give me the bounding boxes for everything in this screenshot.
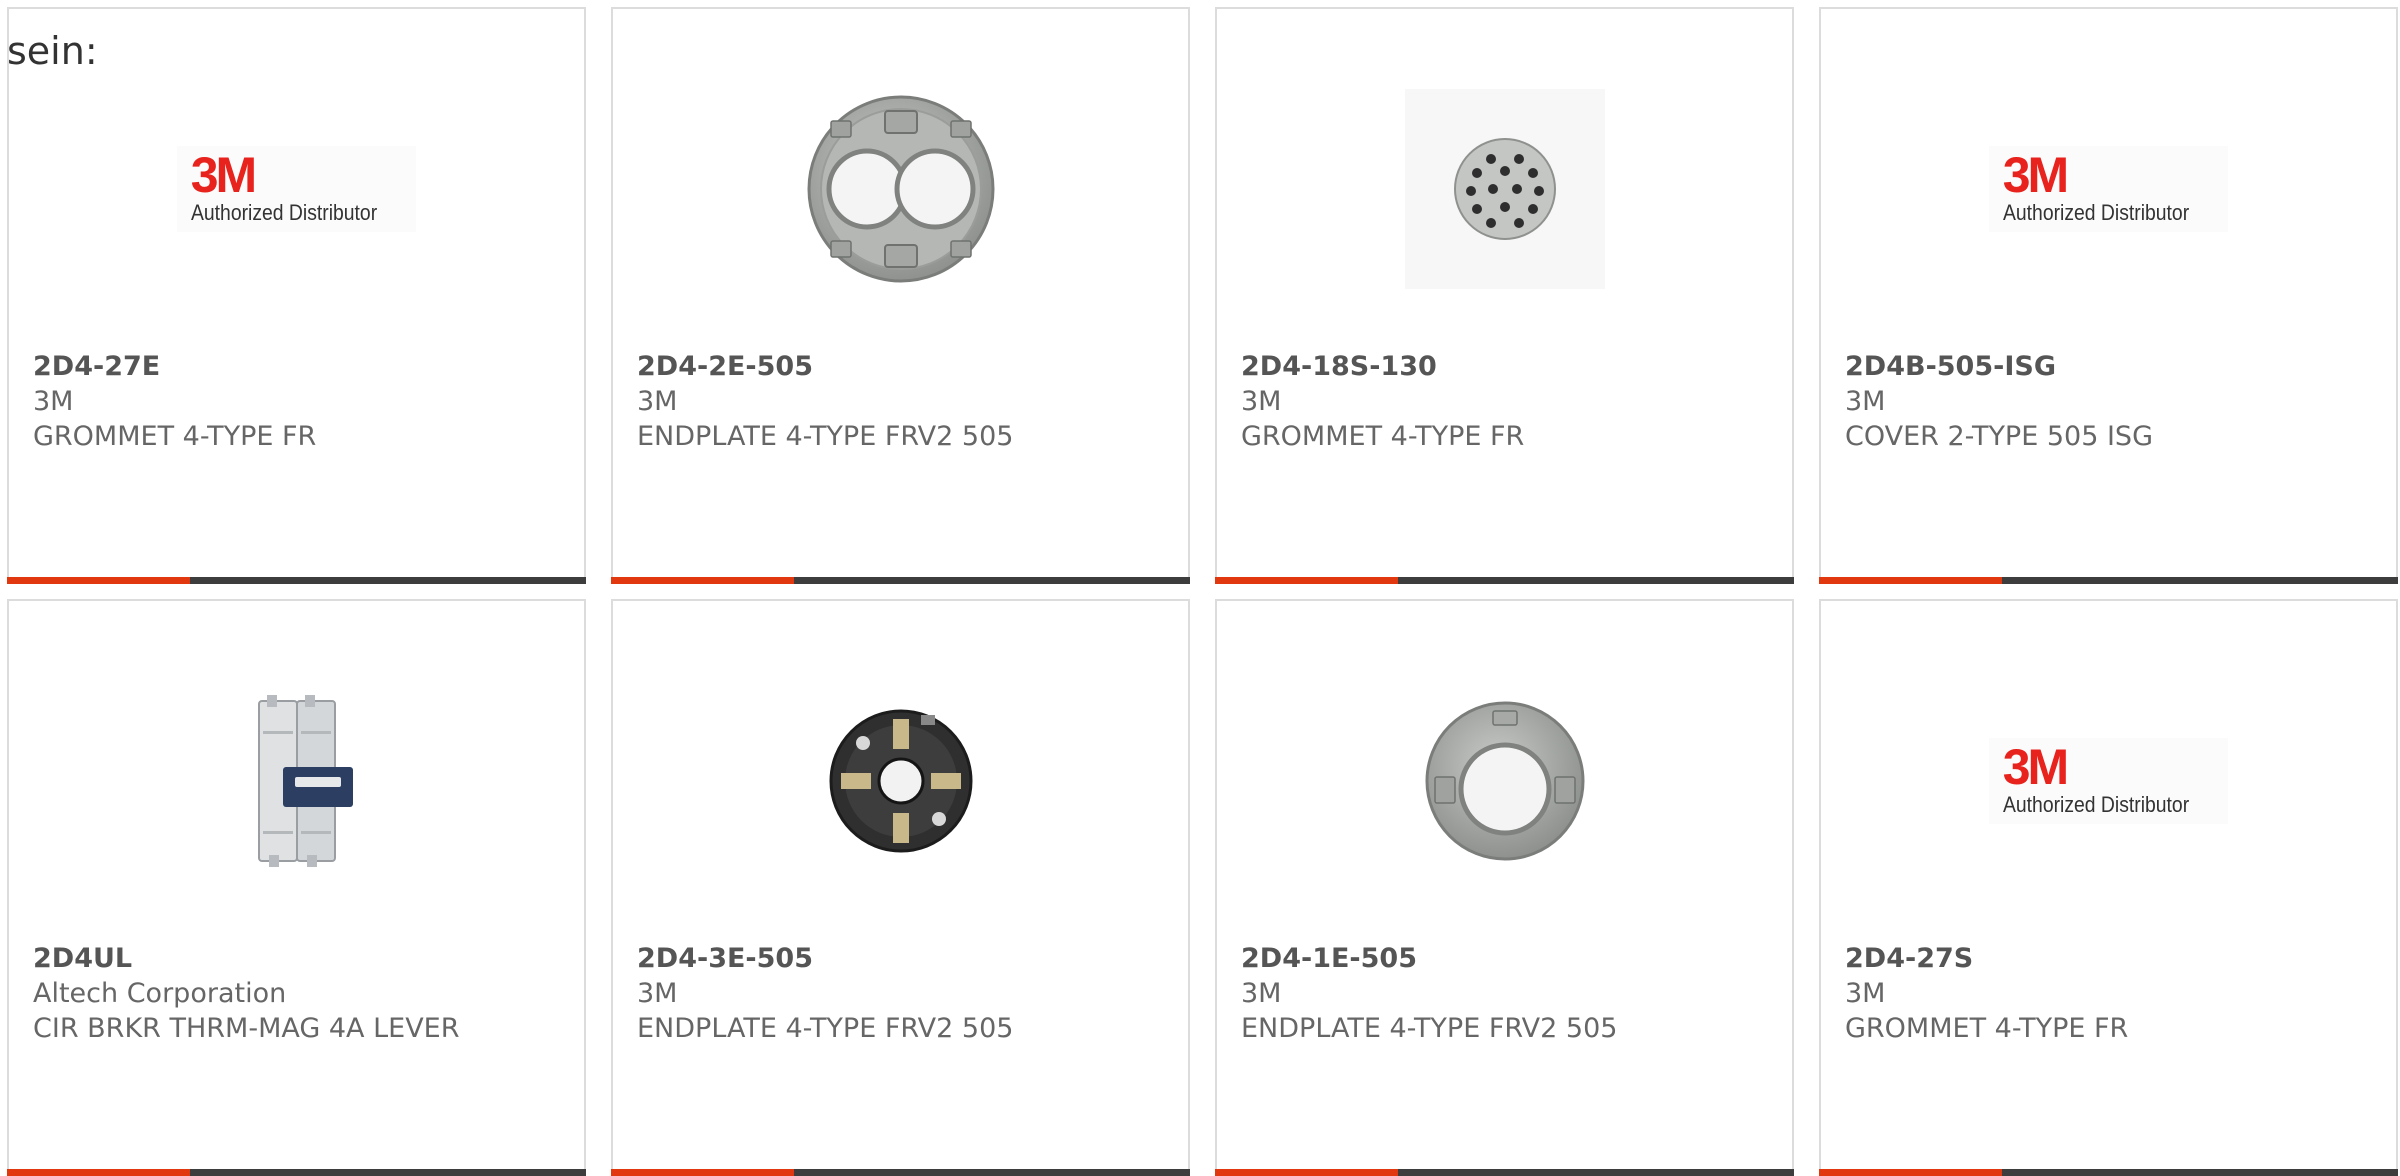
card-bottom-bar xyxy=(7,1169,586,1176)
product-image[interactable] xyxy=(1217,671,1792,891)
product-info: 2D4-2E-505 3M ENDPLATE 4-TYPE FRV2 505 xyxy=(637,349,1172,454)
description: CIR BRKR THRM-MAG 4A LEVER xyxy=(33,1013,460,1044)
part-number[interactable]: 2D4-27S xyxy=(1845,941,2380,976)
part-number[interactable]: 2D4-18S-130 xyxy=(1241,349,1776,384)
grommet-multi-hole-photo xyxy=(1404,89,1605,289)
3m-logo: 3M Authorized Distributor xyxy=(176,146,417,232)
product-image[interactable]: 3M Authorized Distributor xyxy=(1821,671,2396,891)
endplate-black-photo xyxy=(829,709,972,853)
part-number[interactable]: 2D4-27E xyxy=(33,349,568,384)
product-card[interactable]: 2D4-18S-130 3M GROMMET 4-TYPE FR xyxy=(1215,7,1794,584)
product-info: 2D4B-505-ISG 3M COVER 2-TYPE 505 ISG xyxy=(1845,349,2380,454)
product-info: 2D4-1E-505 3M ENDPLATE 4-TYPE FRV2 505 xyxy=(1241,941,1776,1046)
manufacturer: Altech Corporation xyxy=(33,978,287,1009)
bar-rest xyxy=(190,1169,586,1176)
bar-accent xyxy=(1215,577,1398,584)
card-bottom-bar xyxy=(611,577,1190,584)
manufacturer: 3M xyxy=(1241,386,1282,417)
card-bottom-bar xyxy=(1215,577,1794,584)
product-card[interactable]: 2D4-2E-505 3M ENDPLATE 4-TYPE FRV2 505 xyxy=(611,7,1190,584)
product-image[interactable] xyxy=(9,671,584,891)
product-grid: 3M Authorized Distributor 2D4-27E 3M GRO… xyxy=(7,7,2400,1176)
manufacturer: 3M xyxy=(1845,386,1886,417)
product-info: 2D4-27S 3M GROMMET 4-TYPE FR xyxy=(1845,941,2380,1046)
part-number[interactable]: 2D4-2E-505 xyxy=(637,349,1172,384)
description: ENDPLATE 4-TYPE FRV2 505 xyxy=(637,421,1014,452)
bar-accent xyxy=(7,1169,190,1176)
card-bottom-bar xyxy=(611,1169,1190,1176)
card-bottom-bar xyxy=(7,577,586,584)
bar-accent xyxy=(611,577,794,584)
bar-rest xyxy=(794,577,1190,584)
bar-rest xyxy=(190,577,586,584)
product-image[interactable] xyxy=(613,671,1188,891)
part-number[interactable]: 2D4-1E-505 xyxy=(1241,941,1776,976)
manufacturer: 3M xyxy=(637,386,678,417)
product-image[interactable] xyxy=(1217,79,1792,299)
product-card[interactable]: 2D4-3E-505 3M ENDPLATE 4-TYPE FRV2 505 xyxy=(611,599,1190,1176)
endplate-two-hole-photo xyxy=(807,95,994,283)
bar-rest xyxy=(2002,577,2398,584)
bar-rest xyxy=(794,1169,1190,1176)
description: GROMMET 4-TYPE FR xyxy=(1845,1013,2129,1044)
card-bottom-bar xyxy=(1215,1169,1794,1176)
card-bottom-bar xyxy=(1819,1169,2398,1176)
bar-rest xyxy=(1398,577,1794,584)
bar-rest xyxy=(2002,1169,2398,1176)
part-number[interactable]: 2D4B-505-ISG xyxy=(1845,349,2380,384)
bar-accent xyxy=(1819,1169,2002,1176)
manufacturer: 3M xyxy=(1241,978,1282,1009)
product-info: 2D4-27E 3M GROMMET 4-TYPE FR xyxy=(33,349,568,454)
3m-logo-text: Authorized Distributor xyxy=(190,200,377,225)
endplate-single-hole-photo xyxy=(1425,701,1584,861)
intro-text: sein: xyxy=(7,29,98,73)
product-info: 2D4-18S-130 3M GROMMET 4-TYPE FR xyxy=(1241,349,1776,454)
manufacturer: 3M xyxy=(637,978,678,1009)
bar-rest xyxy=(1398,1169,1794,1176)
3m-logo: 3M Authorized Distributor xyxy=(1988,146,2229,232)
description: GROMMET 4-TYPE FR xyxy=(1241,421,1525,452)
bar-accent xyxy=(7,577,190,584)
circuit-breaker-photo xyxy=(257,695,353,867)
manufacturer: 3M xyxy=(33,386,74,417)
product-image[interactable]: 3M Authorized Distributor xyxy=(9,79,584,299)
3m-logo-mark: 3M xyxy=(190,147,257,203)
bar-accent xyxy=(1215,1169,1398,1176)
description: ENDPLATE 4-TYPE FRV2 505 xyxy=(1241,1013,1618,1044)
description: COVER 2-TYPE 505 ISG xyxy=(1845,421,2153,452)
part-number[interactable]: 2D4-3E-505 xyxy=(637,941,1172,976)
description: GROMMET 4-TYPE FR xyxy=(33,421,317,452)
bar-accent xyxy=(611,1169,794,1176)
card-bottom-bar xyxy=(1819,577,2398,584)
part-number[interactable]: 2D4UL xyxy=(33,941,568,976)
product-info: 2D4UL Altech Corporation CIR BRKR THRM-M… xyxy=(33,941,568,1046)
manufacturer: 3M xyxy=(1845,978,1886,1009)
product-card[interactable]: 2D4-1E-505 3M ENDPLATE 4-TYPE FRV2 505 xyxy=(1215,599,1794,1176)
product-card[interactable]: 2D4UL Altech Corporation CIR BRKR THRM-M… xyxy=(7,599,586,1176)
3m-logo-text: Authorized Distributor xyxy=(2002,200,2189,225)
product-image[interactable]: 3M Authorized Distributor xyxy=(1821,79,2396,299)
bar-accent xyxy=(1819,577,2002,584)
product-info: 2D4-3E-505 3M ENDPLATE 4-TYPE FRV2 505 xyxy=(637,941,1172,1046)
3m-logo-text: Authorized Distributor xyxy=(2002,792,2189,817)
product-card[interactable]: 3M Authorized Distributor 2D4B-505-ISG 3… xyxy=(1819,7,2398,584)
3m-logo-mark: 3M xyxy=(2002,739,2069,795)
description: ENDPLATE 4-TYPE FRV2 505 xyxy=(637,1013,1014,1044)
3m-logo: 3M Authorized Distributor xyxy=(1988,738,2229,824)
product-card[interactable]: 3M Authorized Distributor 2D4-27S 3M GRO… xyxy=(1819,599,2398,1176)
3m-logo-mark: 3M xyxy=(2002,147,2069,203)
product-image[interactable] xyxy=(613,79,1188,299)
product-card[interactable]: 3M Authorized Distributor 2D4-27E 3M GRO… xyxy=(7,7,586,584)
